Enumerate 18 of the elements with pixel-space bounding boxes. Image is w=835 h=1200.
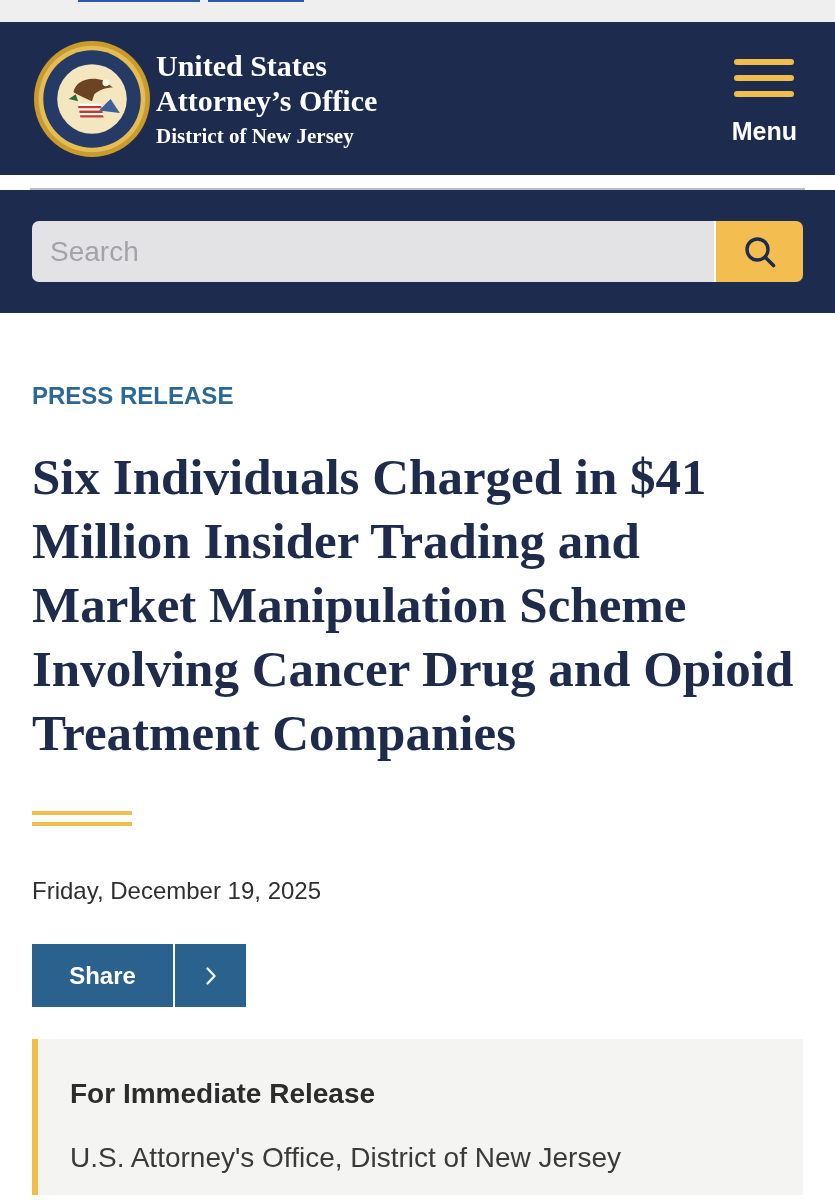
menu-button[interactable]: Menu bbox=[731, 51, 797, 146]
article-date: Friday, December 19, 2025 bbox=[32, 876, 323, 906]
search-icon bbox=[743, 235, 776, 268]
link-underline[interactable] bbox=[78, 0, 200, 2]
share-button[interactable]: Share bbox=[32, 944, 173, 1007]
search-field[interactable]: Search bbox=[32, 221, 716, 282]
chevron-right-icon bbox=[205, 966, 216, 985]
share-expand-button[interactable] bbox=[175, 944, 246, 1007]
search-button[interactable] bbox=[716, 221, 803, 282]
menu-icon bbox=[734, 59, 795, 97]
link-underline[interactable] bbox=[208, 0, 304, 2]
category-label: PRESS RELEASE bbox=[32, 381, 235, 411]
site-title[interactable]: United States Attorney’s Office bbox=[156, 47, 418, 118]
site-subtitle: District of New Jersey bbox=[156, 122, 355, 150]
release-office: U.S. Attorney's Office, District of New Jersey bbox=[70, 1141, 622, 1175]
seal-icon[interactable] bbox=[34, 40, 150, 157]
article-headline: Six Individuals Charged in $41 Million Insider Trading and Market Manipulation Scheme Involving Cancer Drug and Opioid Treatment Companies bbox=[32, 448, 795, 763]
release-info-heading: For Immediate Release bbox=[70, 1077, 377, 1111]
